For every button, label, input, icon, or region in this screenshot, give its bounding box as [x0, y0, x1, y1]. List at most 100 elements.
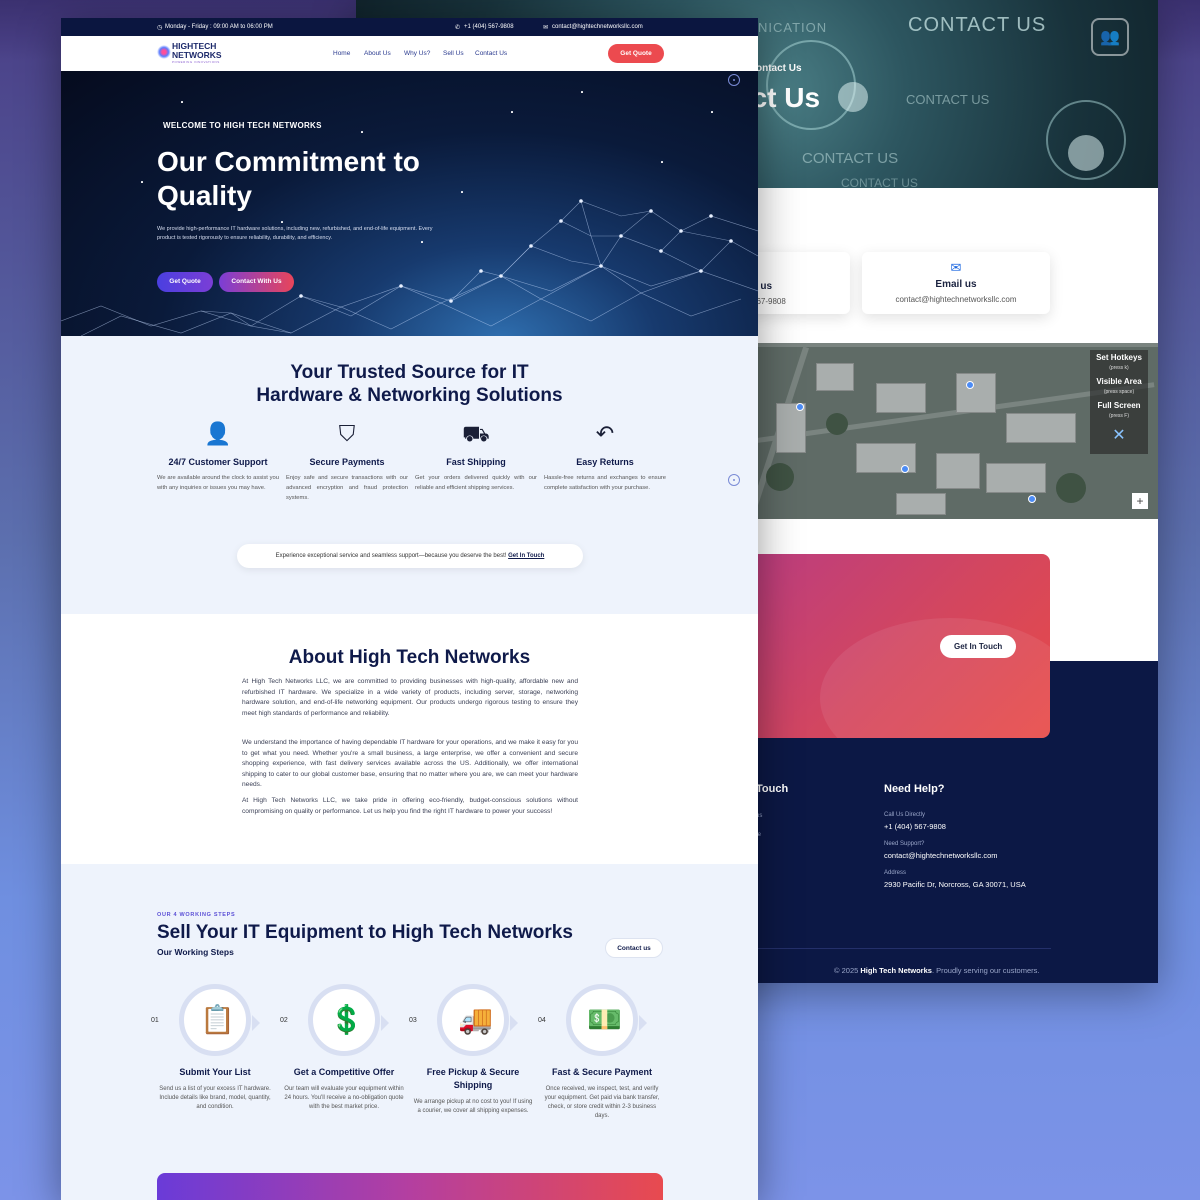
- scroll-indicator[interactable]: [728, 74, 740, 86]
- banner-get-in-touch-link[interactable]: Get In Touch: [508, 553, 544, 559]
- step-desc: Once received, we inspect, test, and ver…: [544, 1086, 660, 1119]
- shield-icon: ⛉: [338, 421, 356, 446]
- scroll-indicator[interactable]: [728, 474, 740, 486]
- email-card[interactable]: ✉ Email us contact@hightechnetworksllc.c…: [862, 252, 1050, 314]
- feature-title: Fast Shipping: [446, 457, 506, 467]
- visible-area-button[interactable]: Visible Area (press space): [1090, 374, 1148, 398]
- top-bar: ◷ Monday - Friday : 09:00 AM to 06:00 PM…: [61, 18, 758, 36]
- cta-band: [157, 1173, 663, 1200]
- feature-desc: Get your orders delivered quickly with o…: [415, 475, 537, 491]
- money-hand-icon: 💲: [329, 1004, 364, 1035]
- map-controls: Set Hotkeys (press k) Visible Area (press …: [1090, 350, 1148, 454]
- step-card: 04 💵 Fast & Secure Payment Once received,…: [538, 984, 663, 1121]
- user-circle-icon: [838, 82, 868, 112]
- feature-title: Easy Returns: [576, 457, 634, 467]
- envelope-icon: ✉: [950, 260, 962, 275]
- step-number: 02: [280, 1017, 288, 1024]
- business-hours: Monday - Friday : 09:00 AM to 06:00 PM: [165, 24, 273, 30]
- step-desc: We arrange pickup at no cost to you! If …: [413, 1099, 533, 1114]
- logo[interactable]: HIGHTECH NETWORKS POWERING INNOVATIONS: [157, 42, 237, 64]
- card-value: contact@hightechnetworksllc.com: [895, 295, 1017, 304]
- hero-get-quote-button[interactable]: Get Quote: [157, 272, 213, 292]
- map-pin-icon[interactable]: [796, 403, 804, 411]
- feature-payments: ⛉ Secure Payments Enjoy safe and secure …: [286, 421, 408, 503]
- hero-description: We provide high-performance IT hardware …: [157, 226, 433, 241]
- get-in-touch-button[interactable]: Get In Touch: [940, 635, 1017, 658]
- truck-icon: ⛟: [462, 421, 490, 446]
- users-icon: 👥: [1091, 18, 1129, 56]
- breadcrumb: ontact Us: [756, 63, 802, 74]
- nav-sell-us[interactable]: Sell Us: [443, 50, 464, 57]
- nav-why-us[interactable]: Why Us?: [404, 50, 430, 57]
- nav-about[interactable]: About Us: [364, 50, 391, 57]
- hero-word: CONTACT US: [841, 176, 918, 188]
- nav-home[interactable]: Home: [333, 50, 350, 57]
- step-desc: Our team will evaluate your equipment wi…: [284, 1086, 404, 1110]
- return-arrow-icon: ↶: [595, 421, 615, 446]
- feature-returns: ↶ Easy Returns Hassle-free returns and e…: [544, 421, 666, 493]
- logo-mark: [157, 45, 171, 59]
- hero-contact-button[interactable]: Contact With Us: [219, 272, 294, 292]
- clock-icon: ◷: [157, 25, 163, 31]
- support-agent-icon: 👤: [204, 421, 232, 446]
- zoom-in-button[interactable]: +: [1132, 493, 1148, 509]
- feature-title: Secure Payments: [309, 457, 385, 467]
- contact-us-button[interactable]: Contact us: [605, 938, 663, 958]
- feature-shipping: ⛟ Fast Shipping Get your orders delivere…: [415, 421, 537, 493]
- step-card: 01 📋 Submit Your List Send us a list of y…: [151, 984, 276, 1112]
- hero-title: Our Commitment to Quality: [157, 146, 420, 211]
- hero-word: CONTACT US: [906, 92, 990, 107]
- logo-text: HIGHTECH NETWORKS: [172, 41, 222, 60]
- step-card: 02 💲 Get a Competitive Offer Our team wil…: [280, 984, 405, 1112]
- feature-title: 24/7 Customer Support: [168, 457, 268, 467]
- payment-transfer-icon: 💵: [587, 1004, 622, 1035]
- delivery-truck-icon: 🚚: [458, 1004, 493, 1035]
- full-screen-button[interactable]: Full Screen (press F): [1090, 398, 1148, 422]
- footer-phone[interactable]: +1 (404) 567-9808: [884, 822, 946, 831]
- get-quote-button[interactable]: Get Quote: [608, 44, 664, 63]
- user-circle-icon: [1068, 135, 1104, 171]
- step-title: Submit Your List: [179, 1067, 251, 1077]
- step-number: 03: [409, 1017, 417, 1024]
- hero-word: CONTACT US: [908, 14, 1047, 36]
- set-hotkeys-button[interactable]: Set Hotkeys (press k): [1090, 350, 1148, 374]
- map-pin-icon[interactable]: [901, 465, 909, 473]
- nav-contact[interactable]: Contact Us: [475, 50, 507, 57]
- topbar-email[interactable]: contact@hightechnetworksllc.com: [552, 24, 643, 30]
- copyright: © 2025 High Tech Networks. Proudly servi…: [834, 966, 1040, 975]
- steps-title: Sell Your IT Equipment to High Tech Netw…: [157, 922, 573, 943]
- step-number: 04: [538, 1017, 546, 1024]
- map-pin-icon[interactable]: [966, 381, 974, 389]
- about-title: About High Tech Networks: [288, 647, 531, 668]
- footer-heading: Touch: [756, 783, 789, 795]
- feature-desc: Hassle-free returns and exchanges to ens…: [544, 475, 666, 491]
- home-page: ◷ Monday - Friday : 09:00 AM to 06:00 PM…: [61, 18, 758, 1200]
- clipboard-icon: 📋: [200, 1004, 235, 1035]
- feature-desc: We are available around the clock to ass…: [157, 475, 279, 491]
- step-title: Fast & Secure Payment: [551, 1067, 653, 1077]
- hero-word: NICATION: [758, 20, 828, 35]
- topbar-phone[interactable]: +1 (404) 567-9808: [464, 24, 514, 30]
- hero-word: CONTACT US: [802, 150, 899, 167]
- step-number: 01: [151, 1017, 159, 1024]
- phone-icon: ✆: [455, 25, 461, 31]
- steps-subtitle: Our Working Steps: [157, 947, 234, 957]
- step-title: Get a Competitive Offer: [293, 1067, 395, 1077]
- trusted-title: Your Trusted Source for IT Hardware & Net…: [256, 362, 563, 406]
- footer-email[interactable]: contact@hightechnetworksllc.com: [884, 851, 998, 860]
- support-banner: Experience exceptional service and seaml…: [237, 544, 583, 568]
- card-title: Email us: [935, 279, 977, 290]
- hero-eyebrow: WELCOME TO HIGH TECH NETWORKS: [163, 121, 322, 130]
- feature-support: 👤 24/7 Customer Support We are available…: [157, 421, 279, 493]
- about-paragraph: At High Tech Networks LLC, we are commit…: [242, 678, 578, 717]
- step-card: 03 🚚 Free Pickup & Secure Shipping We arr…: [409, 984, 534, 1116]
- footer-label: Address: [884, 870, 907, 876]
- map-pin-icon[interactable]: [1028, 495, 1036, 503]
- about-paragraph: At High Tech Networks LLC, we take pride…: [242, 797, 578, 815]
- help-heading: Need Help?: [884, 783, 945, 795]
- step-desc: Send us a list of your excess IT hardwar…: [159, 1086, 271, 1110]
- footer-label: Call Us Directly: [884, 812, 926, 818]
- close-icon[interactable]: ✕: [1090, 422, 1148, 448]
- footer-address: 2930 Pacific Dr, Norcross, GA 30071, USA: [884, 880, 1026, 889]
- envelope-icon: ✉: [543, 25, 549, 31]
